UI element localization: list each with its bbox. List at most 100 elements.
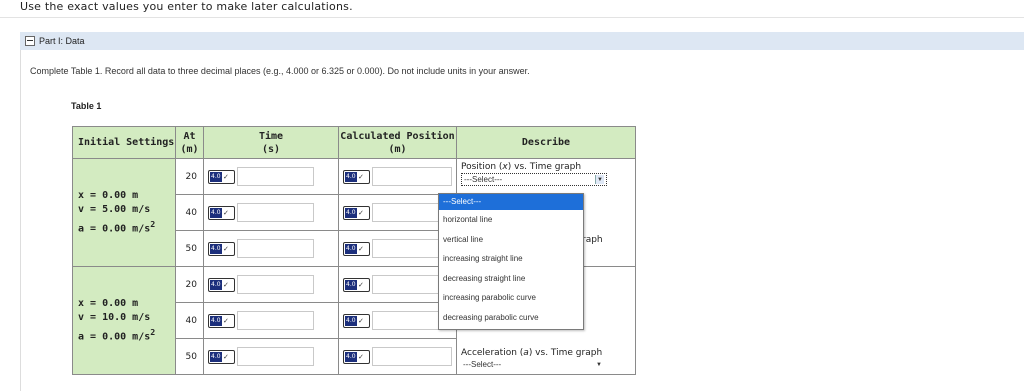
chevron-down-icon[interactable]: ▼: [595, 360, 603, 369]
time-input[interactable]: [237, 347, 314, 366]
header-time: Time (s): [203, 126, 339, 159]
time-input[interactable]: [237, 167, 314, 186]
time-input[interactable]: [237, 239, 314, 258]
header-at-line1: At: [183, 130, 196, 142]
sig-fig-badge[interactable]: 4.0 ✓: [343, 169, 370, 184]
setting-a-exponent: 2: [150, 218, 156, 229]
sig-fig-number: 4.0: [210, 351, 222, 362]
sig-fig-badge[interactable]: 4.0 ✓: [343, 349, 370, 364]
describe-label-suffix: ) vs. Time graph: [507, 162, 582, 172]
dropdown-option[interactable]: horizontal line: [439, 210, 583, 230]
partial-label: raph: [582, 235, 603, 245]
part-header[interactable]: Part I: Data: [20, 32, 1024, 50]
select-value: ---Select---: [463, 360, 502, 369]
sig-fig-badge[interactable]: 4.0 ✓: [343, 241, 370, 256]
check-icon: ✓: [223, 243, 229, 253]
dropdown-list[interactable]: ---Select--- horizontal line vertical li…: [438, 193, 584, 330]
header-row: Initial Settings At (m) Time (s) Calculate…: [72, 126, 636, 159]
sig-fig-badge[interactable]: 4.0 ✓: [208, 277, 235, 292]
check-icon: ✓: [223, 351, 229, 361]
sig-fig-badge[interactable]: 4.0 ✓: [208, 313, 235, 328]
time-input[interactable]: [237, 275, 314, 294]
time-cell: 4.0 ✓: [203, 338, 339, 375]
describe-label-prefix: Position (: [461, 162, 503, 172]
sig-fig-badge[interactable]: 4.0 ✓: [208, 349, 235, 364]
dropdown-option[interactable]: ---Select---: [439, 194, 583, 210]
acceleration-graph-select[interactable]: ---Select--- ▼: [461, 359, 605, 370]
check-icon: ✓: [358, 207, 364, 217]
check-icon: ✓: [358, 279, 364, 289]
sig-fig-number: 4.0: [345, 279, 357, 290]
check-icon: ✓: [223, 171, 229, 181]
dropdown-option[interactable]: vertical line: [439, 230, 583, 250]
position-cell: 4.0 ✓: [338, 338, 457, 375]
header-at: At (m): [175, 126, 204, 159]
time-cell: 4.0 ✓: [203, 302, 339, 339]
chevron-down-icon[interactable]: ▼: [595, 175, 604, 184]
setting-x: x = 0.00 m: [78, 189, 139, 201]
sig-fig-badge[interactable]: 4.0 ✓: [208, 169, 235, 184]
intro-text: Use the exact values you enter to make l…: [20, 0, 353, 13]
check-icon: ✓: [223, 279, 229, 289]
header-initial-settings: Initial Settings: [72, 126, 176, 159]
sig-fig-badge[interactable]: 4.0 ✓: [208, 241, 235, 256]
header-time-line1: Time: [258, 130, 284, 142]
setting-a: a = 0.00 m/s2: [78, 325, 175, 344]
header-position: Calculated Position (m): [338, 126, 457, 159]
time-cell: 4.0 ✓: [203, 158, 339, 195]
at-value: 40: [175, 194, 204, 231]
at-value: 40: [175, 302, 204, 339]
at-value: 50: [175, 338, 204, 375]
time-cell: 4.0 ✓: [203, 266, 339, 303]
setting-v: v = 10.0 m/s: [78, 311, 151, 323]
at-value: 50: [175, 230, 204, 267]
time-cell: 4.0 ✓: [203, 230, 339, 267]
collapse-icon[interactable]: [25, 36, 35, 46]
sig-fig-number: 4.0: [210, 243, 222, 254]
position-graph-select[interactable]: ---Select--- ▼: [461, 173, 607, 186]
sig-fig-number: 4.0: [345, 171, 357, 182]
sig-fig-badge[interactable]: 4.0 ✓: [343, 277, 370, 292]
header-position-line1: Calculated Position: [340, 130, 455, 142]
position-cell: 4.0 ✓: [338, 158, 457, 195]
describe-label-acceleration: Acceleration (a) vs. Time graph: [461, 348, 631, 359]
dropdown-option[interactable]: increasing parabolic curve: [439, 288, 583, 308]
sig-fig-badge[interactable]: 4.0 ✓: [208, 205, 235, 220]
time-input[interactable]: [237, 203, 314, 222]
setting-x: x = 0.00 m: [78, 297, 139, 309]
initial-settings-1: x = 0.00 m v = 5.00 m/s a = 0.00 m/s2: [72, 158, 176, 267]
table-row: x = 0.00 m v = 5.00 m/s a = 0.00 m/s2 20…: [72, 158, 636, 267]
describe-label-prefix: Acceleration (: [461, 348, 524, 358]
dropdown-option[interactable]: decreasing parabolic curve: [439, 308, 583, 328]
dropdown-option[interactable]: decreasing straight line: [439, 269, 583, 289]
check-icon: ✓: [358, 171, 364, 181]
describe-label-position: Position (x) vs. Time graph: [461, 162, 631, 173]
sig-fig-number: 4.0: [210, 315, 222, 326]
sig-fig-badge[interactable]: 4.0 ✓: [343, 205, 370, 220]
setting-v: v = 5.00 m/s: [78, 203, 151, 215]
select-value: ---Select---: [464, 175, 503, 184]
table-caption: Table 1: [71, 101, 102, 111]
position-input[interactable]: [372, 167, 452, 186]
sig-fig-badge[interactable]: 4.0 ✓: [343, 313, 370, 328]
instructions: Complete Table 1. Record all data to thr…: [30, 66, 530, 76]
check-icon: ✓: [223, 207, 229, 217]
header-at-line2: (m): [180, 143, 199, 155]
check-icon: ✓: [223, 315, 229, 325]
time-input[interactable]: [237, 311, 314, 330]
setting-a: a = 0.00 m/s2: [78, 217, 175, 236]
sig-fig-number: 4.0: [210, 207, 222, 218]
setting-a-exponent: 2: [150, 326, 156, 337]
position-input[interactable]: [372, 347, 452, 366]
sig-fig-number: 4.0: [210, 171, 222, 182]
divider: [0, 17, 1024, 18]
dropdown-option[interactable]: increasing straight line: [439, 249, 583, 269]
check-icon: ✓: [358, 315, 364, 325]
describe-label-suffix: ) vs. Time graph: [528, 348, 603, 358]
sig-fig-number: 4.0: [345, 351, 357, 362]
part-title: Part I: Data: [39, 36, 85, 46]
initial-settings-2: x = 0.00 m v = 10.0 m/s a = 0.00 m/s2: [72, 266, 176, 375]
setting-a-value: a = 0.00 m/s: [78, 223, 151, 235]
time-cell: 4.0 ✓: [203, 194, 339, 231]
header-time-line2: (s): [261, 143, 281, 155]
